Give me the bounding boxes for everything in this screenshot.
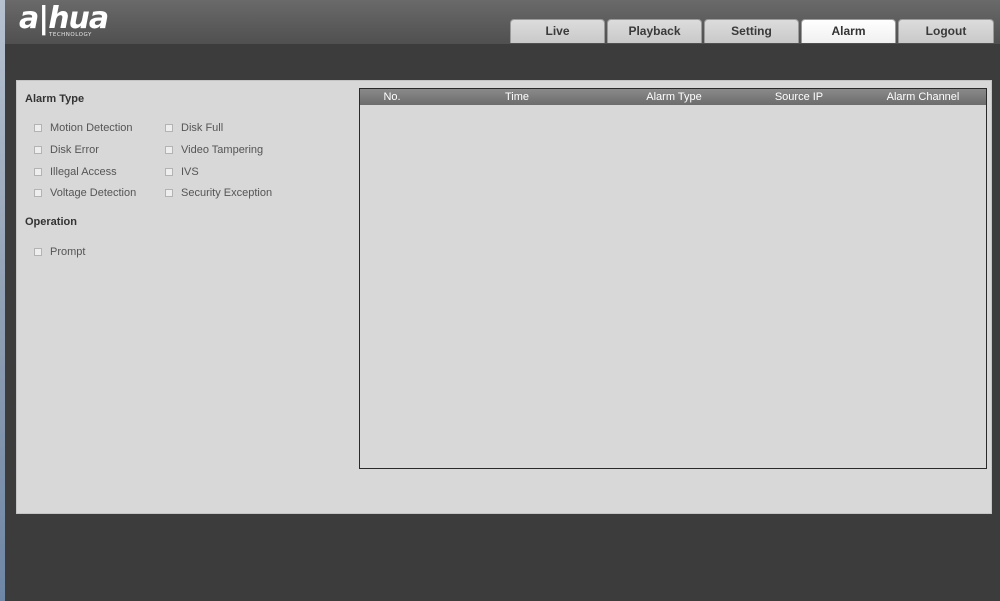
checkbox-box[interactable] <box>34 124 42 132</box>
logo-tagline: TECHNOLOGY <box>49 32 92 38</box>
column-header-source-ip: Source IP <box>774 91 824 103</box>
checkbox-disk-full[interactable]: Disk Full <box>165 121 223 135</box>
alarm-type-title: Alarm Type <box>25 93 85 105</box>
checkbox-label: Video Tampering <box>181 144 264 156</box>
checkbox-label: Voltage Detection <box>50 187 137 199</box>
checkbox-ivs[interactable]: IVS <box>165 165 199 179</box>
checkbox-security-exception[interactable]: Security Exception <box>165 186 272 200</box>
checkbox-label: IVS <box>181 166 199 178</box>
checkbox-label: Motion Detection <box>50 122 133 134</box>
checkbox-box[interactable] <box>34 146 42 154</box>
checkbox-motion-detection[interactable]: Motion Detection <box>34 121 133 135</box>
checkbox-box[interactable] <box>34 168 42 176</box>
dahua-logo: a|hua TECHNOLOGY <box>19 1 139 42</box>
tab-setting[interactable]: Setting <box>704 19 799 43</box>
tab-playback[interactable]: Playback <box>607 19 702 43</box>
top-header: a|hua TECHNOLOGY Live Playback Setting A… <box>5 0 1000 44</box>
checkbox-label: Illegal Access <box>50 166 117 178</box>
tab-alarm[interactable]: Alarm <box>801 19 896 43</box>
checkbox-label: Prompt <box>50 246 86 258</box>
column-header-no: No. <box>383 91 401 103</box>
checkbox-box[interactable] <box>165 146 173 154</box>
table-header: No. Time Alarm Type Source IP Alarm Chan… <box>360 89 986 105</box>
checkbox-box[interactable] <box>165 189 173 197</box>
operation-title: Operation <box>25 216 77 228</box>
main-nav: Live Playback Setting Alarm Logout <box>510 19 994 43</box>
checkbox-label: Disk Error <box>50 144 99 156</box>
checkbox-box[interactable] <box>34 248 42 256</box>
checkbox-box[interactable] <box>165 124 173 132</box>
alarm-log-table: No. Time Alarm Type Source IP Alarm Chan… <box>359 88 987 469</box>
checkbox-box[interactable] <box>34 189 42 197</box>
checkbox-prompt[interactable]: Prompt <box>34 245 85 259</box>
left-edge-strip <box>0 0 5 601</box>
checkbox-video-tampering[interactable]: Video Tampering <box>165 143 263 157</box>
checkbox-label: Security Exception <box>181 187 273 199</box>
alarm-panel: Alarm Type Motion Detection Disk Error I… <box>16 80 992 514</box>
column-header-alarm-channel: Alarm Channel <box>886 91 960 103</box>
checkbox-box[interactable] <box>165 168 173 176</box>
tab-live[interactable]: Live <box>510 19 605 43</box>
checkbox-disk-error[interactable]: Disk Error <box>34 143 99 157</box>
checkbox-illegal-access[interactable]: Illegal Access <box>34 165 117 179</box>
logo-wordmark: a|hua <box>19 1 109 36</box>
column-header-time: Time <box>504 91 530 103</box>
checkbox-voltage-detection[interactable]: Voltage Detection <box>34 186 136 200</box>
column-header-alarm-type: Alarm Type <box>646 91 702 103</box>
tab-logout[interactable]: Logout <box>898 19 994 43</box>
checkbox-label: Disk Full <box>181 122 224 134</box>
